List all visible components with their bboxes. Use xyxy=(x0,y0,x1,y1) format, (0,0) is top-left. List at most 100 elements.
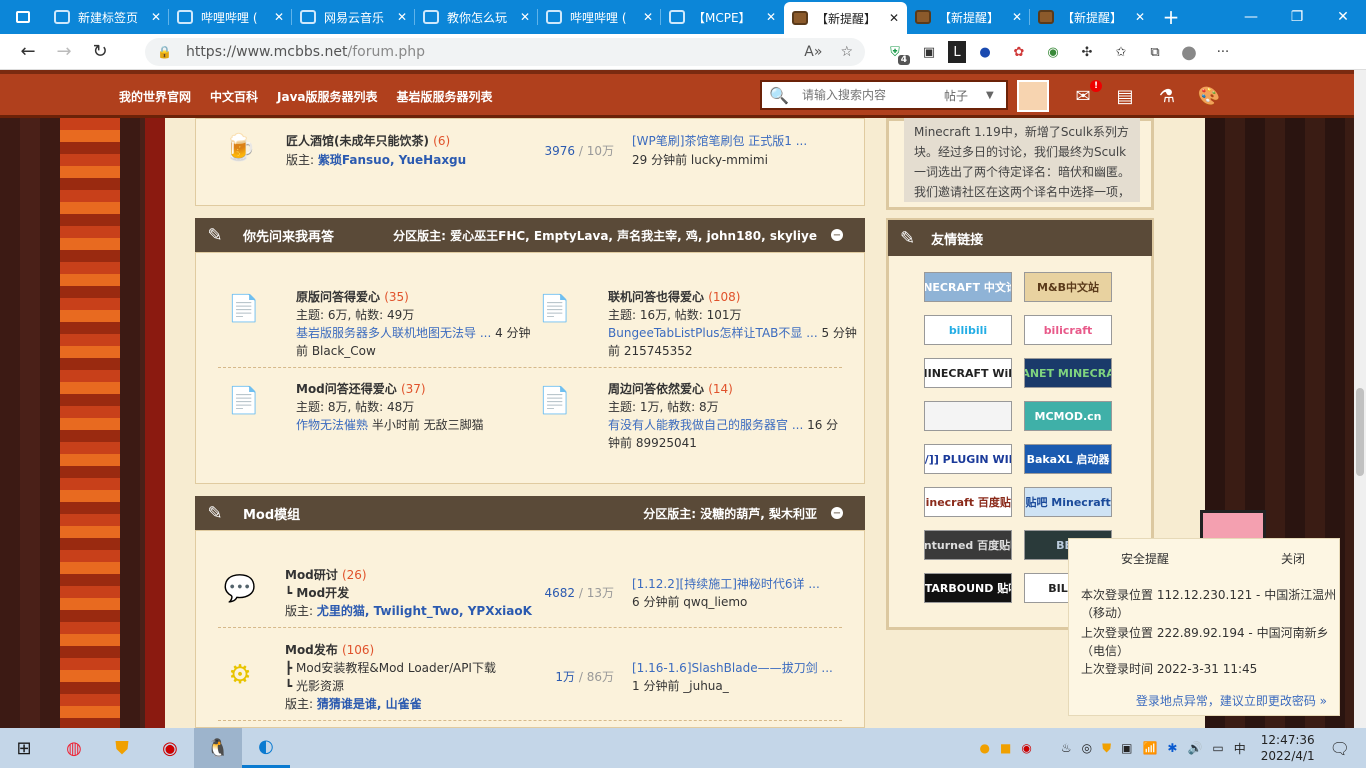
browser-tab-7-active[interactable]: 【新提醒】 ✕ xyxy=(784,2,907,34)
last-post-link[interactable]: [1.12.2][持续施工]神秘时代6详 ... xyxy=(632,575,820,592)
profile-avatar[interactable]: ● xyxy=(1174,41,1204,63)
tab-actions-button[interactable] xyxy=(0,0,46,34)
section-moderators[interactable]: 分区版主: 没糖的葫芦, 梨木利亚 xyxy=(643,505,817,522)
minimize-icon[interactable]: — xyxy=(1228,0,1274,34)
close-tab-icon[interactable]: ✕ xyxy=(766,10,776,24)
friend-link-10[interactable]: BakaXL 启动器 xyxy=(1024,444,1112,474)
friend-link-15[interactable]: STARBOUND 贴吧 xyxy=(924,573,1012,603)
subforum-link[interactable]: Mod安装教程&Mod Loader/API下载 xyxy=(296,661,496,675)
shield-app-icon[interactable]: ⛊ xyxy=(98,728,146,768)
forward-button[interactable]: → xyxy=(46,34,82,70)
ime-indicator[interactable]: 中 xyxy=(1234,740,1246,757)
close-tab-icon[interactable]: ✕ xyxy=(520,10,530,24)
forum-name[interactable]: 联机问答也得爱心 (108) xyxy=(608,288,740,305)
section-moderators[interactable]: 分区版主: 爱心巫王FHC, EmptyLava, 声名我主宰, 鸡, john… xyxy=(393,227,817,244)
start-icon[interactable]: ⊞ xyxy=(0,728,48,768)
subforum-link[interactable]: Mod开发 xyxy=(296,586,349,600)
forum-name[interactable]: Mod研讨 (26) xyxy=(285,566,367,583)
friend-link-9[interactable]: [[/]] PLUGIN WIKI xyxy=(924,444,1012,474)
last-post-link[interactable]: [1.16-1.6]SlashBlade——拔刀剑 ... xyxy=(632,659,833,676)
steam-icon[interactable]: ♨ xyxy=(1061,741,1072,755)
collections-icon[interactable]: ⧉ xyxy=(1140,41,1170,63)
nav-link-java-servers[interactable]: Java版服务器列表 xyxy=(277,88,377,105)
friend-link-3[interactable]: bilibili xyxy=(924,315,1012,345)
friend-link-12[interactable]: Bai贴吧 Minecraft PE xyxy=(1024,487,1112,517)
favorites-icon[interactable]: ✩ xyxy=(1106,41,1136,63)
search-icon[interactable]: 🔍 xyxy=(762,86,796,105)
last-post-link[interactable]: 有没有人能教我做自己的服务器官 ... xyxy=(608,418,803,432)
close-tab-icon[interactable]: ✕ xyxy=(643,10,653,24)
user-avatar[interactable] xyxy=(1017,80,1049,112)
change-password-link[interactable]: 登录地点异常，建议立即更改密码 » xyxy=(1136,692,1327,709)
game-extension-icon[interactable]: ▣ xyxy=(914,41,944,63)
moderator-links[interactable]: 猜猜谁是谁, 山雀雀 xyxy=(317,697,422,711)
notification-icon[interactable]: 🗨 xyxy=(1330,739,1350,758)
url-field[interactable]: 🔒 https://www.mcbbs.net/forum.php A» ☆ xyxy=(145,38,865,66)
collapse-icon[interactable]: − xyxy=(831,507,843,519)
volume-icon[interactable]: 🔊 xyxy=(1187,741,1202,755)
refresh-button[interactable]: ↻ xyxy=(82,34,118,70)
browser-tab-1[interactable]: 新建标签页 ✕ xyxy=(46,0,169,34)
friend-link-13[interactable]: Unturned 百度贴吧 xyxy=(924,530,1012,560)
back-button[interactable]: ← xyxy=(10,34,46,70)
potion-icon[interactable]: ⚗ xyxy=(1152,82,1182,110)
tray-shield-icon[interactable]: ⛊ xyxy=(1102,741,1111,756)
tray-music-icon[interactable]: ◉ xyxy=(1021,741,1031,755)
close-tab-icon[interactable]: ✕ xyxy=(397,10,407,24)
nav-link-bedrock-servers[interactable]: 基岩版服务器列表 xyxy=(397,88,493,105)
battery-icon[interactable]: ▭ xyxy=(1212,741,1223,755)
tray-app-icon[interactable]: ◎ xyxy=(1082,741,1092,755)
friend-link-5[interactable]: MINECRAFT Wiki xyxy=(924,358,1012,388)
restore-icon[interactable]: ❐ xyxy=(1274,0,1320,34)
read-aloud-icon[interactable]: A» xyxy=(804,44,822,60)
edge-icon[interactable]: ◐ xyxy=(242,728,290,768)
globe-extension-icon[interactable]: ◉ xyxy=(1038,41,1068,63)
nav-link-official[interactable]: 我的世界官网 xyxy=(119,88,191,105)
more-menu-icon[interactable]: ··· xyxy=(1208,41,1238,63)
tray-app-icon[interactable]: ● xyxy=(980,741,990,755)
close-tab-icon[interactable]: ✕ xyxy=(1012,10,1022,24)
close-tab-icon[interactable]: ✕ xyxy=(1135,10,1145,24)
last-post-link[interactable]: BungeeTabListPlus怎样让TAB不显 ... xyxy=(608,326,818,340)
add-favorite-icon[interactable]: ☆ xyxy=(840,44,853,60)
shield-extension-icon[interactable]: ⛨ 4 xyxy=(880,41,910,65)
friend-link-4[interactable]: bilicraft xyxy=(1024,315,1112,345)
subforum-link[interactable]: 光影资源 xyxy=(296,679,344,693)
puzzle-icon[interactable]: ✣ xyxy=(1072,41,1102,63)
friend-link-2[interactable]: M&B中文站 xyxy=(1024,272,1112,302)
friend-link-7[interactable] xyxy=(924,401,1012,431)
tray-app-icon[interactable]: ▣ xyxy=(1121,741,1132,755)
forum-name[interactable]: Mod发布 (106) xyxy=(285,641,374,658)
tray-app-icon[interactable]: ■ xyxy=(1000,741,1011,755)
browser-tab-4[interactable]: 教你怎么玩 ✕ xyxy=(415,0,538,34)
browser-tab-9[interactable]: 【新提醒】 ✕ xyxy=(1030,0,1153,34)
forum-name[interactable]: Mod问答还得爱心 (37) xyxy=(296,380,426,397)
moderator-links[interactable]: 尤里的猫, Twilight_Two, YPXxiaoK xyxy=(317,604,532,618)
last-post-link[interactable]: 作物无法催熟 xyxy=(296,418,368,432)
browser-tab-2[interactable]: 哔哩哔哩 (✕ xyxy=(169,0,292,34)
browser-tab-5[interactable]: 哔哩哔哩 (✕ xyxy=(538,0,661,34)
search-scope-select[interactable]: 帖子 xyxy=(944,87,968,104)
friend-link-11[interactable]: minecraft 百度贴吧 xyxy=(924,487,1012,517)
inventory-icon[interactable]: ▤ xyxy=(1110,82,1140,110)
close-tab-icon[interactable]: ✕ xyxy=(274,10,284,24)
friend-link-1[interactable]: MINECRAFT 中文论坛 xyxy=(924,272,1012,302)
page-scrollbar[interactable] xyxy=(1354,70,1366,728)
moderator-links[interactable]: 紫琐Fansuo, YueHaxgu xyxy=(318,153,466,167)
nav-link-wiki[interactable]: 中文百科 xyxy=(210,88,258,105)
browser-tab-8[interactable]: 【新提醒】 ✕ xyxy=(907,0,1030,34)
palette-icon[interactable]: 🎨 xyxy=(1194,82,1224,110)
kiwi-extension-icon[interactable]: ● xyxy=(970,41,1000,63)
forum-name[interactable]: 原版问答得爱心 (35) xyxy=(296,288,409,305)
forum-name[interactable]: 周边问答依然爱心 (14) xyxy=(608,380,733,397)
forum-name[interactable]: 匠人酒馆(未成年只能饮茶) (6) xyxy=(286,132,450,149)
qq-icon[interactable]: 🐧 xyxy=(194,728,242,768)
search-input[interactable] xyxy=(796,84,936,106)
bluetooth-icon[interactable]: ✱ xyxy=(1167,741,1177,755)
close-window-icon[interactable]: ✕ xyxy=(1320,0,1366,34)
wifi-icon[interactable]: 📶 xyxy=(1142,741,1157,755)
security-alert-close[interactable]: 关闭 xyxy=(1281,550,1305,567)
friend-link-8[interactable]: MCMOD.cn xyxy=(1024,401,1112,431)
collapse-icon[interactable]: − xyxy=(831,229,843,241)
new-tab-button[interactable]: + xyxy=(1153,0,1189,34)
